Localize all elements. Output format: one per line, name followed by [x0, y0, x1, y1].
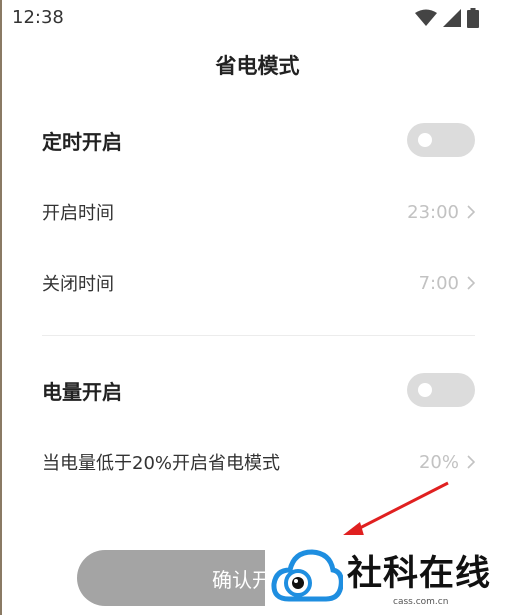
start-time-value-group: 23:00 — [407, 202, 475, 223]
confirm-button-label: 确认开 — [212, 567, 272, 592]
battery-threshold-value-group: 20% — [419, 452, 475, 473]
scheduled-title: 定时开启 — [42, 129, 122, 154]
watermark-name: 社科在线 — [347, 554, 492, 594]
end-time-row[interactable]: 关闭时间 7:00 — [42, 263, 475, 303]
toggle-knob — [418, 383, 432, 397]
battery-threshold-label: 当电量低于20%开启省电模式 — [42, 453, 281, 474]
battery-threshold-value: 20% — [418, 451, 459, 473]
page-title: 省电模式 — [215, 54, 300, 78]
scheduled-toggle[interactable] — [407, 123, 475, 157]
cloud-eye-logo-icon — [271, 549, 343, 602]
battery-icon — [467, 8, 479, 28]
end-time-value-group: 7:00 — [419, 273, 475, 294]
battery-threshold-row[interactable]: 当电量低于20%开启省电模式 20% — [42, 442, 475, 482]
wifi-icon — [415, 9, 437, 27]
toggle-knob — [418, 133, 432, 147]
start-time-label: 开启时间 — [42, 203, 114, 224]
scheduled-section-header: 定时开启 — [42, 120, 475, 160]
end-time-label: 关闭时间 — [42, 274, 114, 295]
battery-toggle[interactable] — [407, 373, 475, 407]
start-time-row[interactable]: 开启时间 23:00 — [42, 192, 475, 232]
status-icons — [415, 8, 479, 28]
chevron-right-icon — [467, 455, 475, 469]
battery-section-header: 电量开启 — [42, 370, 475, 410]
watermark: 社科在线 cass.com.cn — [265, 535, 515, 615]
window-edge — [0, 0, 2, 615]
end-time-value: 7:00 — [418, 272, 459, 294]
battery-title: 电量开启 — [42, 379, 122, 404]
status-time: 12:38 — [12, 7, 64, 28]
status-bar: 12:38 — [0, 0, 515, 34]
section-divider — [42, 335, 475, 336]
cellular-signal-icon — [443, 9, 461, 27]
start-time-value: 23:00 — [407, 201, 459, 223]
watermark-domain: cass.com.cn — [393, 597, 449, 607]
chevron-right-icon — [467, 205, 475, 219]
chevron-right-icon — [467, 276, 475, 290]
